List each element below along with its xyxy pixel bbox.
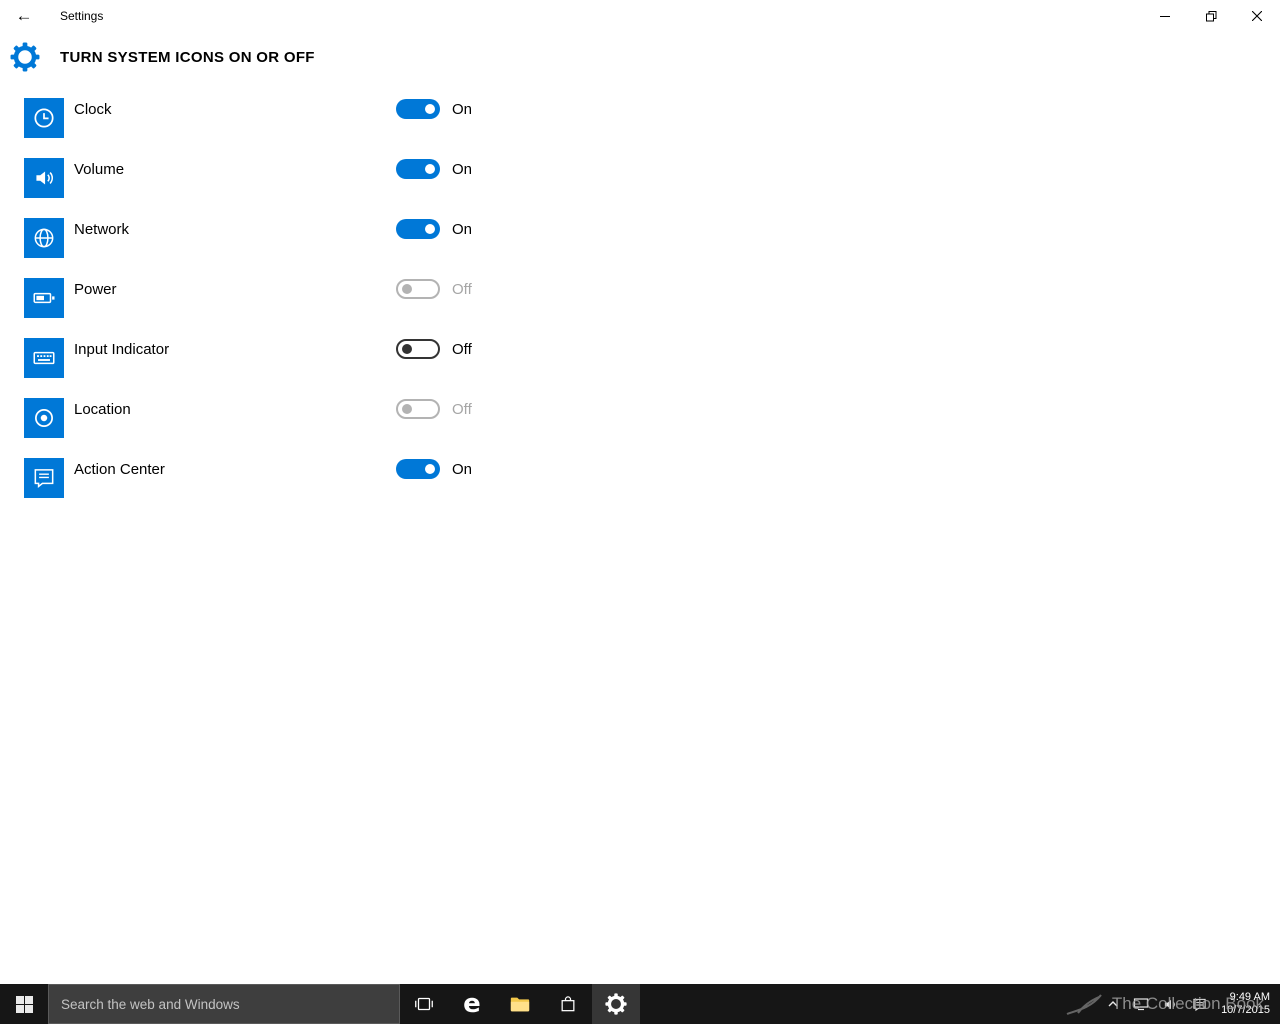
tray-time: 9:49 AM	[1221, 991, 1270, 1004]
restore-button[interactable]	[1188, 0, 1234, 32]
network-globe-icon	[24, 218, 64, 258]
toggle-row-action-center: Action Center On	[0, 448, 1280, 508]
search-input[interactable]	[48, 984, 400, 1024]
toggle-state: Off	[452, 341, 472, 358]
toggle-label: Location	[74, 401, 131, 418]
toggle-knob	[425, 104, 435, 114]
edge-button[interactable]: e	[448, 984, 496, 1024]
back-button[interactable]: ←	[0, 0, 48, 32]
titlebar: ← Settings	[0, 0, 1280, 32]
close-button[interactable]	[1234, 0, 1280, 32]
network-toggle[interactable]	[396, 219, 440, 239]
back-arrow-icon: ←	[16, 6, 33, 25]
tray-date: 10/7/2015	[1221, 1004, 1270, 1017]
keyboard-icon	[24, 338, 64, 378]
toggle-state: On	[452, 461, 472, 478]
watermark-logo-icon	[1064, 989, 1104, 1019]
system-tray: 9:49 AM 10/7/2015 The Collection Book	[1107, 984, 1280, 1024]
toggle-knob	[425, 164, 435, 174]
close-icon	[1252, 11, 1262, 21]
store-bag-icon	[558, 994, 578, 1014]
window-title: Settings	[60, 9, 103, 23]
toggle-row-volume: Volume On	[0, 148, 1280, 208]
window-controls	[1142, 0, 1280, 32]
action-center-toggle[interactable]	[396, 459, 440, 479]
tray-action-center-icon[interactable]	[1192, 997, 1207, 1012]
folder-icon	[509, 993, 531, 1015]
location-toggle[interactable]	[396, 399, 440, 419]
toggle-label: Input Indicator	[74, 341, 169, 358]
toggle-knob	[402, 284, 412, 294]
toggle-row-power: Power Off	[0, 268, 1280, 328]
restore-icon	[1206, 11, 1217, 22]
volume-icon	[24, 158, 64, 198]
toggle-knob	[425, 464, 435, 474]
power-toggle[interactable]	[396, 279, 440, 299]
toggle-row-input-indicator: Input Indicator Off	[0, 328, 1280, 388]
toggle-state: On	[452, 221, 472, 238]
edge-icon: e	[463, 991, 481, 1017]
task-view-button[interactable]	[400, 984, 448, 1024]
minimize-icon	[1160, 11, 1170, 21]
settings-window: ← Settings	[0, 0, 1280, 1024]
windows-logo-icon	[16, 996, 33, 1013]
clock-toggle[interactable]	[396, 99, 440, 119]
toggle-knob	[425, 224, 435, 234]
battery-icon	[24, 278, 64, 318]
page-header: TURN SYSTEM ICONS ON OR OFF	[0, 32, 1280, 82]
tray-volume-icon[interactable]	[1163, 997, 1178, 1012]
toggle-label: Volume	[74, 161, 124, 178]
page-title: TURN SYSTEM ICONS ON OR OFF	[60, 49, 315, 66]
toggle-state: On	[452, 101, 472, 118]
toggle-label: Action Center	[74, 461, 165, 478]
toggle-row-location: Location Off	[0, 388, 1280, 448]
taskbar: e	[0, 984, 1280, 1024]
action-center-icon	[24, 458, 64, 498]
toggle-row-clock: Clock On	[0, 88, 1280, 148]
settings-gear-icon	[10, 42, 40, 72]
task-view-icon	[413, 993, 435, 1015]
toggle-state: On	[452, 161, 472, 178]
clock-icon	[24, 98, 64, 138]
tray-chevron-up-icon[interactable]	[1107, 998, 1119, 1010]
toggle-state: Off	[452, 281, 472, 298]
toggle-state: Off	[452, 401, 472, 418]
toggle-label: Clock	[74, 101, 112, 118]
minimize-button[interactable]	[1142, 0, 1188, 32]
toggle-row-network: Network On	[0, 208, 1280, 268]
settings-gear-icon	[605, 993, 627, 1015]
tray-network-icon[interactable]	[1133, 996, 1149, 1012]
toggle-knob	[402, 404, 412, 414]
toggle-label: Network	[74, 221, 129, 238]
toggle-label: Power	[74, 281, 117, 298]
tray-clock[interactable]: 9:49 AM 10/7/2015	[1221, 991, 1270, 1017]
store-button[interactable]	[544, 984, 592, 1024]
input-indicator-toggle[interactable]	[396, 339, 440, 359]
volume-toggle[interactable]	[396, 159, 440, 179]
toggle-knob	[402, 344, 412, 354]
start-button[interactable]	[0, 984, 48, 1024]
system-icons-list: Clock On Volume On Network On Power	[0, 88, 1280, 508]
file-explorer-button[interactable]	[496, 984, 544, 1024]
settings-taskbar-button[interactable]	[592, 984, 640, 1024]
location-icon	[24, 398, 64, 438]
